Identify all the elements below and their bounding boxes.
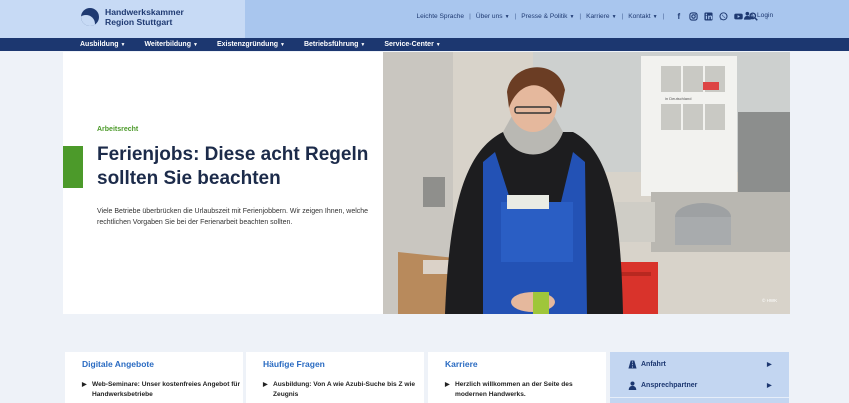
divider (610, 397, 789, 398)
top-links: Leichte Sprache | Über uns ▼ | Presse & P… (416, 12, 768, 21)
main-nav: Ausbildung ▼ Weiterbildung ▼ Existenzgründ… (0, 38, 849, 51)
user-lock-icon (744, 11, 754, 20)
link-kontakt[interactable]: Kontakt ▼ (628, 13, 657, 20)
quicklink-ansprechpartner[interactable]: Ansprechpartner ▶ (610, 374, 789, 396)
quicklink-anfahrt[interactable]: Anfahrt ▶ (610, 353, 789, 375)
caret-down-icon: ▼ (652, 14, 658, 20)
whatsapp-icon[interactable] (719, 12, 728, 21)
logo-icon (81, 8, 99, 26)
nav-item-existenzgruendung[interactable]: Existenzgründung ▼ (217, 41, 285, 48)
logo-text: Handwerkskammer Region Stuttgart (105, 7, 184, 27)
apron-badge (507, 195, 549, 209)
top-bar: Handwerkskammer Region Stuttgart Leichte… (0, 0, 849, 38)
hero-title[interactable]: Ferienjobs: Diese acht Regeln sollten Si… (97, 143, 377, 191)
login-link[interactable]: Login (744, 11, 773, 20)
instagram-icon[interactable] (689, 12, 698, 21)
nav-item-betriebsfuehrung[interactable]: Betriebsführung ▼ (304, 41, 365, 48)
link-leichte-sprache[interactable]: Leichte Sprache (416, 13, 464, 20)
youtube-icon[interactable] (734, 12, 744, 21)
link-presse-politik[interactable]: Presse & Politik ▼ (521, 13, 574, 20)
logo-line2: Region Stuttgart (105, 17, 173, 27)
quick-links: Anfahrt ▶ Ansprechpartner ▶ (610, 352, 789, 403)
card-title[interactable]: Karriere (445, 359, 478, 369)
caret-down-icon: ▼ (360, 42, 366, 48)
hero-image: in Deutschland (383, 52, 790, 314)
caret-down-icon: ▼ (435, 42, 441, 48)
card-haeufige-fragen: Häufige Fragen ▶ Ausbildung: Von A wie Az… (246, 352, 424, 403)
caret-down-icon: ▼ (193, 42, 198, 48)
triangle-right-icon: ▶ (445, 382, 450, 388)
arrow-right-icon: ▶ (767, 382, 772, 389)
photo-credit: © HWK (762, 298, 778, 303)
link-karriere[interactable]: Karriere ▼ (586, 13, 616, 20)
caret-down-icon: ▼ (611, 14, 617, 20)
hero-category[interactable]: Arbeitsrecht (97, 126, 138, 133)
road-icon (628, 359, 637, 369)
card-link[interactable]: ▶ Herzlich willkommen an der Seite des mo… (445, 380, 605, 400)
card-digitale-angebote: Digitale Angebote ▶ Web-Seminare: Unser k… (65, 352, 243, 403)
person-icon (628, 380, 637, 390)
link-ueber-uns[interactable]: Über uns ▼ (476, 13, 510, 20)
arrow-right-icon: ▶ (767, 361, 772, 368)
triangle-right-icon: ▶ (263, 382, 268, 388)
hero-accent-bar (63, 146, 83, 188)
login-label: Login (757, 12, 774, 19)
calendar-label: in Deutschland (665, 96, 691, 101)
card-title[interactable]: Häufige Fragen (263, 359, 325, 369)
logo-line1: Handwerkskammer (105, 7, 184, 17)
nav-item-ausbildung[interactable]: Ausbildung ▼ (80, 41, 125, 48)
caret-down-icon: ▼ (120, 42, 126, 48)
triangle-right-icon: ▶ (82, 382, 87, 388)
nav-item-weiterbildung[interactable]: Weiterbildung ▼ (144, 41, 198, 48)
hero-teaser-text: Viele Betriebe überbrücken die Urlaubsze… (97, 208, 369, 226)
nav-item-service-center[interactable]: Service-Center ▼ (384, 41, 440, 48)
linkedin-icon[interactable] (704, 12, 713, 21)
caret-down-icon: ▼ (504, 14, 510, 20)
card-link[interactable]: ▶ Ausbildung: Von A wie Azubi-Suche bis Z… (263, 380, 423, 400)
logo-area[interactable]: Handwerkskammer Region Stuttgart (0, 0, 245, 38)
card-karriere: Karriere ▶ Herzlich willkommen an der Sei… (428, 352, 606, 403)
facebook-icon[interactable]: f (674, 12, 683, 21)
caret-down-icon: ▼ (280, 42, 285, 48)
card-title[interactable]: Digitale Angebote (82, 359, 154, 369)
caret-down-icon: ▼ (569, 14, 575, 20)
card-link[interactable]: ▶ Web-Seminare: Unser kostenfreies Angebo… (82, 380, 242, 400)
